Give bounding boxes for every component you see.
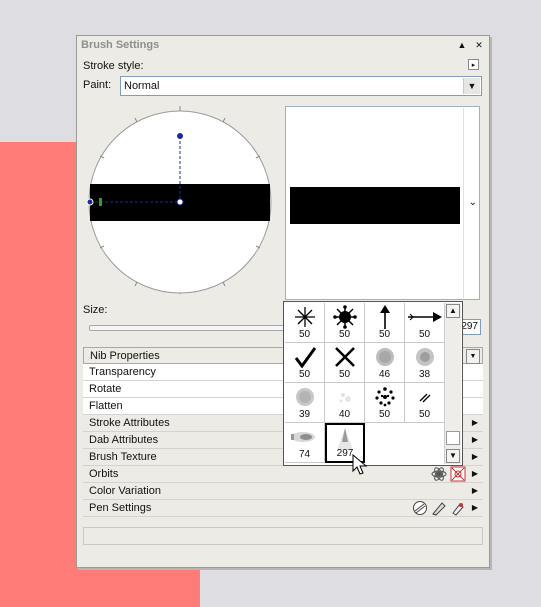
- nib-size-label: 50: [418, 329, 431, 340]
- status-bar: [83, 527, 483, 545]
- section-label: Pen Settings: [89, 502, 152, 514]
- faint-splash-nib-icon: [339, 393, 351, 403]
- nib-item[interactable]: 50: [365, 383, 405, 423]
- grainy-dots-nib-icon: [415, 348, 434, 366]
- slash-lines-nib-icon: [419, 393, 430, 403]
- nib-size-label: 39: [298, 409, 311, 420]
- chevron-right-icon: ▶: [471, 418, 478, 427]
- nib-item[interactable]: 50: [405, 303, 445, 343]
- smudge-nib-icon: [290, 432, 315, 442]
- scroll-up-icon[interactable]: ▲: [446, 304, 460, 318]
- close-icon[interactable]: ✕: [473, 39, 485, 51]
- paint-value: Normal: [124, 80, 160, 92]
- section-color-variation[interactable]: Color Variation ▶: [83, 483, 483, 500]
- x-cross-nib-icon: [334, 347, 355, 367]
- orbit-toggle-icon[interactable]: [450, 466, 466, 482]
- chevron-down-icon[interactable]: ⌄: [469, 197, 477, 208]
- nib-item[interactable]: 50: [365, 303, 405, 343]
- empty-cell: [365, 423, 405, 463]
- asterisk-nib-icon: [294, 307, 315, 327]
- right-arrow-nib-icon: [407, 312, 442, 322]
- property-label: Rotate: [89, 383, 122, 395]
- scroll-thumb[interactable]: [446, 431, 460, 445]
- pen-bearing-icon[interactable]: [450, 500, 466, 516]
- section-label: Color Variation: [89, 485, 161, 497]
- section-label: Stroke Attributes: [89, 417, 170, 429]
- nib-item[interactable]: 38: [405, 343, 445, 383]
- nib-rotation-dial[interactable]: [85, 104, 275, 294]
- pen-pressure-icon[interactable]: [412, 500, 428, 516]
- chevron-down-icon[interactable]: ▼: [466, 349, 480, 364]
- nib-size-label: 50: [298, 369, 311, 380]
- nib-size-label: 38: [418, 369, 431, 380]
- property-label: Transparency: [89, 366, 156, 378]
- nib-item[interactable]: 50: [325, 343, 365, 383]
- nib-properties-label: Nib Properties: [90, 350, 160, 362]
- pen-tilt-icon[interactable]: [431, 500, 447, 516]
- nib-item[interactable]: 50: [325, 303, 365, 343]
- property-label: Flatten: [89, 400, 123, 412]
- empty-cell: [405, 423, 445, 463]
- stroke-style-menu-icon[interactable]: ▸: [468, 59, 479, 70]
- nib-grid: 50 50 50 50 50 50 46 38 39 40 50 50 74 2…: [285, 303, 445, 463]
- section-label: Orbits: [89, 468, 119, 480]
- orbit-icon[interactable]: [431, 466, 447, 482]
- size-label: Size:: [83, 304, 108, 316]
- preview-stroke: [290, 187, 460, 224]
- nib-size-label: 50: [378, 409, 391, 420]
- nib-item[interactable]: 50: [285, 303, 325, 343]
- section-label: Dab Attributes: [89, 434, 159, 446]
- nib-item[interactable]: 39: [285, 383, 325, 423]
- section-pen-settings[interactable]: Pen Settings ▶: [83, 500, 483, 517]
- size-slider[interactable]: [89, 325, 291, 331]
- nib-item[interactable]: 46: [365, 343, 405, 383]
- nib-size-label: 50: [338, 329, 351, 340]
- stroke-style-label: Stroke style:: [83, 60, 144, 72]
- chevron-right-icon: ▶: [471, 435, 478, 444]
- nib-item[interactable]: 50: [405, 383, 445, 423]
- pin-up-icon[interactable]: ▲: [456, 39, 468, 51]
- fuzzy-circle-nib-icon: [295, 388, 314, 406]
- nib-item[interactable]: 74: [285, 423, 325, 463]
- window-title: Brush Settings: [81, 39, 160, 51]
- paint-label: Paint:: [83, 79, 112, 91]
- chevron-down-icon[interactable]: ▼: [463, 78, 480, 94]
- nib-item[interactable]: 50: [285, 343, 325, 383]
- nib-item[interactable]: 40: [325, 383, 365, 423]
- nib-picker-scrollbar[interactable]: ▲ ▼: [444, 303, 461, 464]
- up-arrow-nib-icon: [379, 305, 390, 329]
- paint-select[interactable]: Normal ▼: [120, 76, 482, 96]
- chevron-right-icon: ▶: [471, 503, 478, 512]
- nib-size-label: 50: [338, 369, 351, 380]
- virus-nib-icon: [332, 305, 357, 329]
- title-bar[interactable]: Brush Settings ▲ ✕: [77, 36, 489, 56]
- section-label: Brush Texture: [89, 451, 157, 463]
- soft-dots-nib-icon: [375, 348, 394, 366]
- section-orbits[interactable]: Orbits ▶: [83, 466, 483, 483]
- nib-size-label: 40: [338, 409, 351, 420]
- dotted-circle-nib-icon: [374, 387, 395, 407]
- chevron-right-icon: ▶: [471, 486, 478, 495]
- stroke-preview: ⌄: [285, 106, 480, 300]
- scroll-down-icon[interactable]: ▼: [446, 449, 460, 463]
- nib-size-label: 74: [298, 449, 311, 460]
- nib-size-label: 50: [298, 329, 311, 340]
- chevron-right-icon: ▶: [471, 469, 478, 478]
- nib-size-label: 50: [378, 329, 391, 340]
- nib-size-label: 50: [418, 409, 431, 420]
- mouse-cursor-icon: [352, 454, 368, 475]
- nib-picker-popup[interactable]: 50 50 50 50 50 50 46 38 39 40 50 50 74 2…: [283, 301, 463, 466]
- checkmark-nib-icon: [294, 347, 316, 368]
- nib-size-label: 46: [378, 369, 391, 380]
- chevron-right-icon: ▶: [471, 452, 478, 461]
